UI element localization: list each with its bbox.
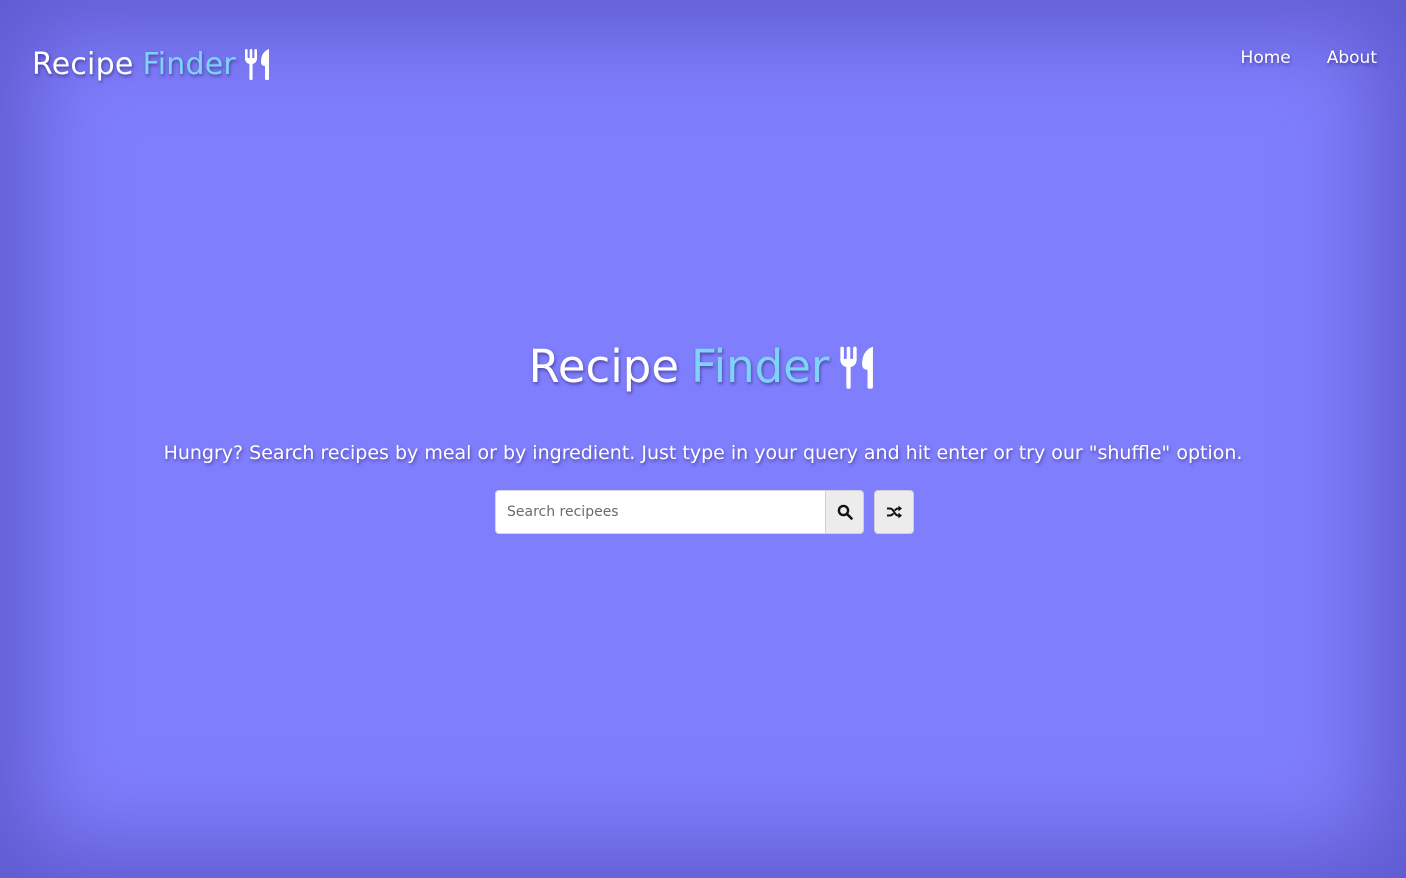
hero-word-recipe: Recipe: [528, 340, 680, 393]
hero-tagline: Hungry? Search recipes by meal or by ing…: [163, 442, 1243, 464]
search-icon: [837, 504, 853, 520]
brand-logo[interactable]: Recipe Finder: [32, 42, 272, 86]
hero-word-finder: Finder: [691, 340, 830, 393]
shuffle-icon: [886, 505, 902, 519]
main-nav: Home About: [1241, 48, 1377, 68]
nav-about-link[interactable]: About: [1327, 48, 1377, 68]
utensils-icon: [244, 48, 272, 80]
brand-word-finder: Finder: [142, 46, 236, 82]
brand-word-recipe: Recipe: [32, 46, 134, 82]
hero-title: Recipe Finder: [0, 340, 1406, 393]
nav-home-link[interactable]: Home: [1241, 48, 1291, 68]
search-input[interactable]: [495, 490, 825, 534]
search-button[interactable]: [825, 490, 864, 534]
shuffle-button[interactable]: [874, 490, 914, 534]
search-form: [495, 490, 864, 534]
utensils-icon: [839, 344, 877, 390]
background-vignette: [0, 0, 1406, 878]
